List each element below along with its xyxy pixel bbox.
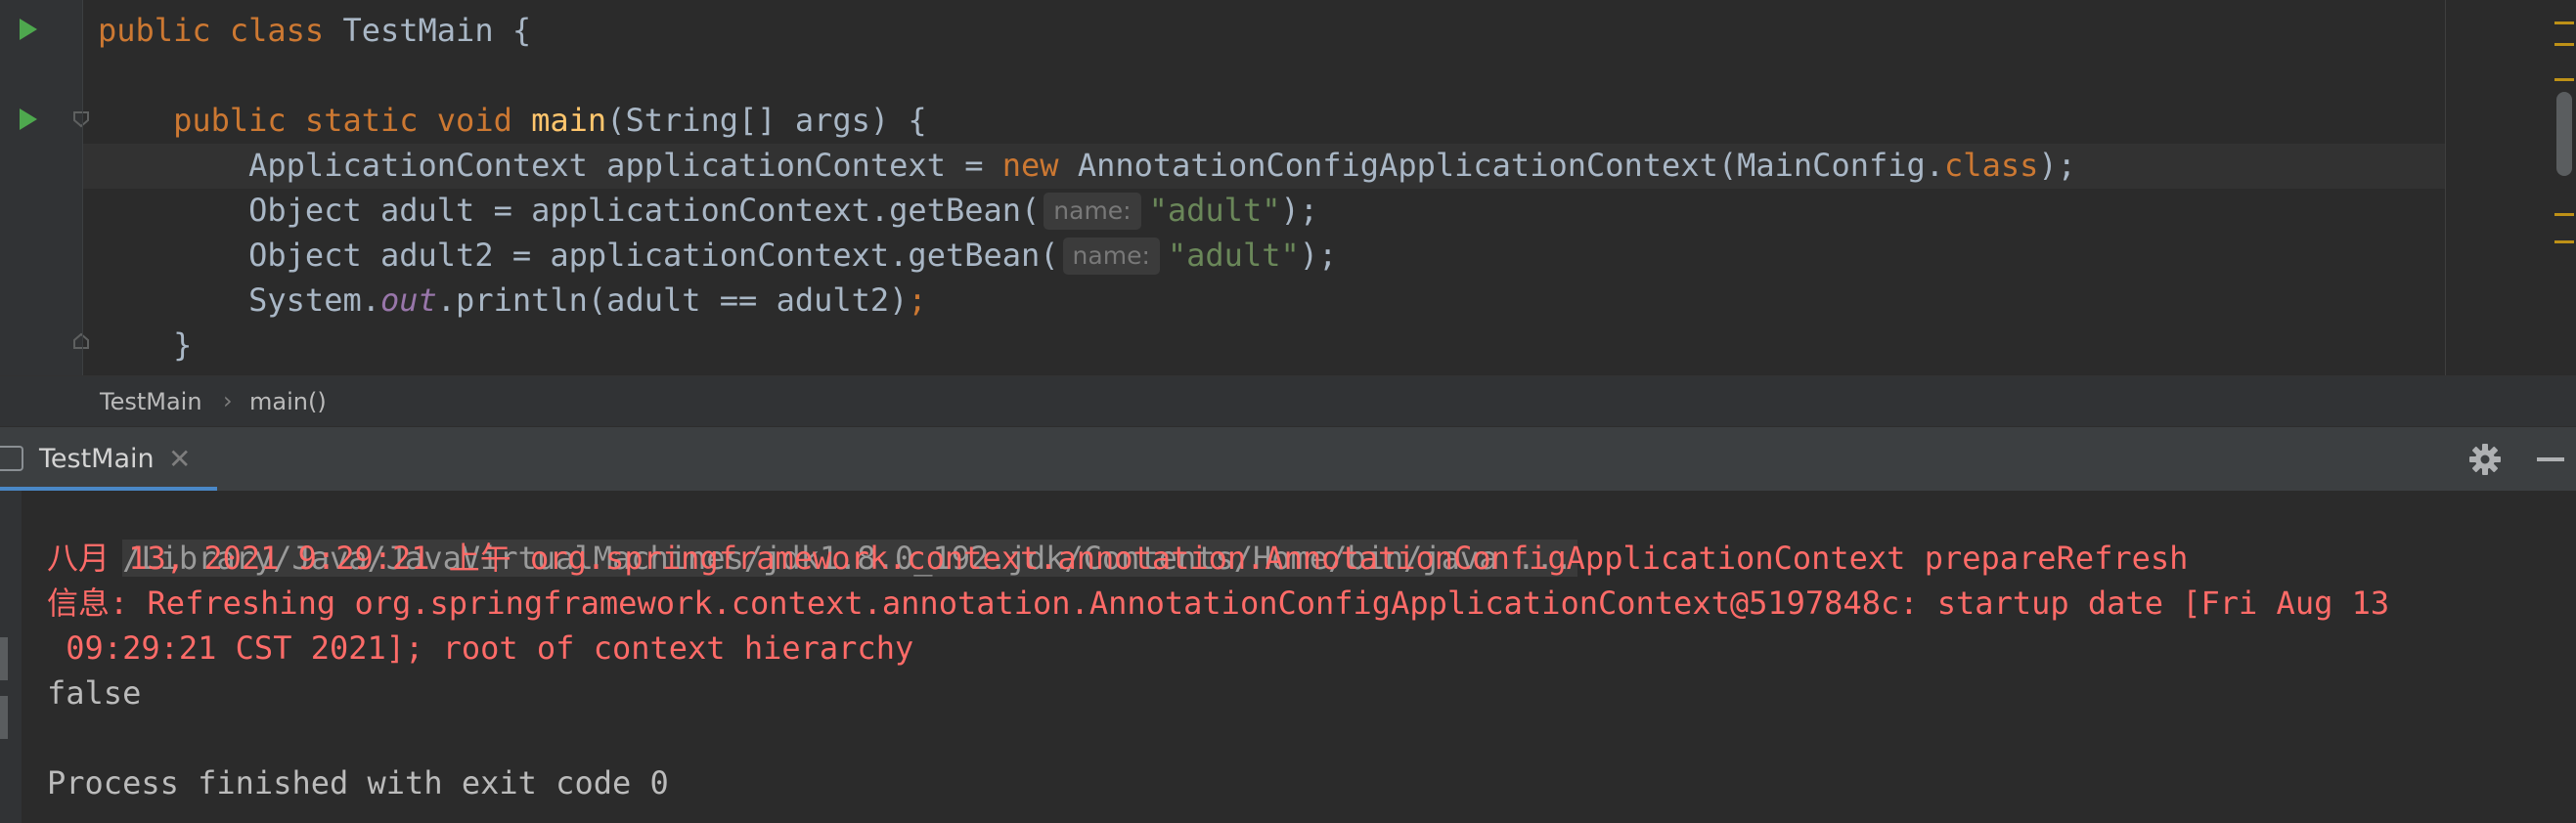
breadcrumb-class[interactable]: TestMain xyxy=(100,376,202,427)
console-exit-message: Process finished with exit code 0 xyxy=(47,764,669,801)
code-token: new xyxy=(1001,147,1078,184)
code-token: public static void xyxy=(98,102,532,139)
code-line-adult2-line[interactable]: Object adult2 = applicationContext.getBe… xyxy=(98,233,1337,278)
breadcrumb: TestMain › main() xyxy=(0,375,2576,427)
console-log-line: 信息: Refreshing org.springframework.conte… xyxy=(47,585,2390,622)
code-token: public class xyxy=(98,12,343,49)
code-line-close-brace[interactable]: } xyxy=(98,323,192,368)
run-config-icon xyxy=(0,446,23,471)
console-log-line: 09:29:21 CST 2021]; root of context hier… xyxy=(47,629,914,667)
code-token: (String[] args) { xyxy=(606,102,927,139)
console-command-line[interactable]: /Library/Java/JavaVirtualMachines/jdk1.8… xyxy=(47,491,1577,577)
warning-stripe[interactable] xyxy=(2554,213,2574,216)
code-token: .println(adult == adult2) xyxy=(436,282,909,319)
code-token: class xyxy=(1944,147,2039,184)
code-line-main-decl[interactable]: public static void main(String[] args) { xyxy=(98,98,927,143)
code-token: Object adult = applicationContext.getBea… xyxy=(98,192,1041,229)
breadcrumb-method[interactable]: main() xyxy=(249,376,327,427)
code-editor[interactable]: public class TestMain { public static vo… xyxy=(0,0,2576,375)
code-line-println-line[interactable]: System.out.println(adult == adult2); xyxy=(98,278,927,323)
right-margin-guide xyxy=(2445,0,2446,375)
console-gutter xyxy=(0,491,22,823)
warning-stripe[interactable] xyxy=(2554,240,2574,243)
tab-label: TestMain xyxy=(39,444,155,474)
code-line-adult-line[interactable]: Object adult = applicationContext.getBea… xyxy=(98,188,1318,233)
warning-stripe[interactable] xyxy=(2554,43,2574,46)
code-line-context-line[interactable]: ApplicationContext applicationContext = … xyxy=(98,143,2076,188)
minimize-icon[interactable] xyxy=(2537,457,2564,461)
code-token: main xyxy=(531,102,607,139)
editor-gutter xyxy=(0,0,82,375)
run-main-icon[interactable] xyxy=(20,108,37,130)
fold-open-icon[interactable] xyxy=(72,110,90,128)
gear-icon[interactable] xyxy=(2468,443,2502,476)
code-token: Object adult2 = applicationContext.getBe… xyxy=(98,237,1059,274)
code-token: "adult" xyxy=(1167,237,1300,274)
warning-stripe[interactable] xyxy=(2554,78,2574,81)
tab-testmain[interactable]: TestMain ✕ xyxy=(0,427,217,492)
code-token: } xyxy=(98,326,193,364)
parameter-hint: name: xyxy=(1062,238,1160,275)
breadcrumb-separator: › xyxy=(223,387,233,414)
code-token: "adult" xyxy=(1148,192,1281,229)
code-token: TestMain { xyxy=(342,12,532,49)
console-log-line: 八月 13, 2021 9:29:21 上午 org.springframewo… xyxy=(47,540,2189,577)
code-token: ApplicationContext applicationContext = xyxy=(98,147,1002,184)
code-token: ); xyxy=(1299,237,1338,274)
run-tool-window-header: TestMain ✕ xyxy=(0,426,2576,492)
code-token: out xyxy=(379,282,437,319)
code-token: AnnotationConfigApplicationContext(MainC… xyxy=(1077,147,1945,184)
parameter-hint: name: xyxy=(1044,193,1141,230)
code-token: ; xyxy=(908,282,927,319)
editor-scrollbar[interactable] xyxy=(2556,92,2572,176)
run-console[interactable]: /Library/Java/JavaVirtualMachines/jdk1.8… xyxy=(0,491,2576,823)
code-line-class-decl[interactable]: public class TestMain { xyxy=(98,8,531,53)
warning-stripe[interactable] xyxy=(2554,22,2574,24)
code-token: ); xyxy=(2038,147,2076,184)
console-fold-mark xyxy=(0,696,8,739)
code-token: ); xyxy=(1280,192,1318,229)
console-fold-mark xyxy=(0,637,8,680)
fold-close-icon[interactable] xyxy=(72,332,90,350)
run-class-icon[interactable] xyxy=(20,19,37,40)
code-token: System. xyxy=(98,282,380,319)
console-output: false xyxy=(47,674,142,712)
close-icon[interactable]: ✕ xyxy=(168,427,191,492)
